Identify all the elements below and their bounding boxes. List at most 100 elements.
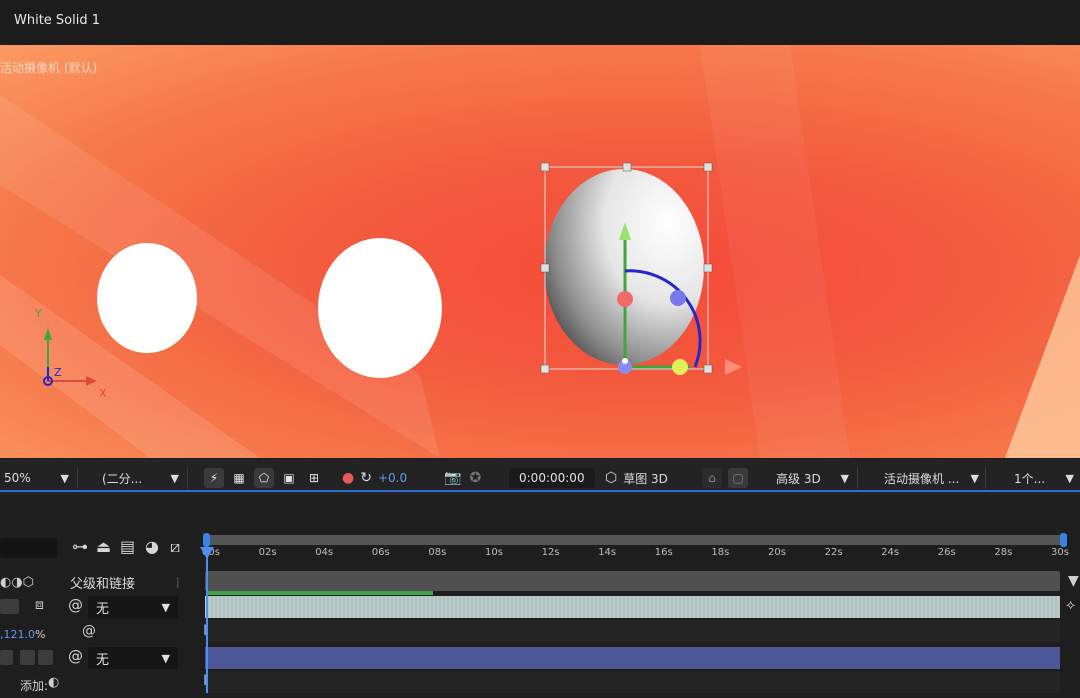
parent-dropdown[interactable]: 无 ▼ xyxy=(88,596,178,618)
zoom-value: 50% xyxy=(4,471,31,485)
render-cache-indicator xyxy=(208,591,433,595)
color-group: ● ↻ +0.0 xyxy=(342,467,407,489)
layer-switch[interactable] xyxy=(6,599,19,614)
solo-switch-icon[interactable]: ◐◑⬡ xyxy=(0,575,34,590)
frame-blending-icon[interactable]: ▤ xyxy=(120,537,135,556)
time-ruler-tick: 22s xyxy=(824,547,843,558)
layer-duration-bar[interactable] xyxy=(205,596,1060,618)
time-ruler-tick: 30s xyxy=(1051,547,1069,558)
chevron-down-icon: ▼ xyxy=(60,471,69,485)
light-streak xyxy=(700,45,850,458)
renderer-value: 高级 3D xyxy=(776,471,821,486)
extended-viewer-icon[interactable]: ▢ xyxy=(728,468,748,488)
add-property-button[interactable]: ◐ xyxy=(48,675,59,690)
exposure-value[interactable]: +0.0 xyxy=(378,471,407,485)
time-ruler-tick: 18s xyxy=(711,547,730,558)
motion-blur-icon[interactable]: ◕ xyxy=(145,537,159,556)
axis-y-label: Y xyxy=(34,307,42,320)
shy-layers-icon[interactable]: ⏏ xyxy=(96,537,111,556)
3d-view-group: ⌂ ▢ xyxy=(702,467,748,489)
playhead-handle[interactable] xyxy=(200,547,214,559)
show-snapshot-icon[interactable]: ✪ xyxy=(469,470,481,486)
time-ruler-tick: 02s xyxy=(258,547,277,558)
views-dropdown[interactable]: 1个... ▼ xyxy=(1006,467,1078,489)
time-ruler-tick: 06s xyxy=(371,547,390,558)
white-circle-layer[interactable] xyxy=(97,243,197,353)
scale-unit: % xyxy=(35,628,46,641)
view-options-group: ⚡ ▦ ⬠ ▣ ⊞ xyxy=(204,467,324,489)
time-ruler-tick: 26s xyxy=(937,547,956,558)
navigator-start-handle[interactable] xyxy=(203,533,210,547)
snapshot-group: 📷 ✪ xyxy=(444,467,481,489)
timeline-panel: ⊶ ⏏ ▤ ◕ ⧄ 00s 02s 04s 06s 08s 10s 12s 14s 16s 18s… xyxy=(0,495,1080,698)
active-camera-label: 活动摄像机 (默认) xyxy=(0,61,98,75)
white-circle-layer[interactable] xyxy=(318,238,442,378)
current-time-indicator[interactable] xyxy=(200,547,214,693)
renderer-dropdown[interactable]: 高级 3D ▼ xyxy=(768,467,858,489)
layer-duration-bar[interactable] xyxy=(205,647,1060,669)
scale-property-value[interactable]: ,121.0% xyxy=(0,628,45,641)
camera-dropdown[interactable]: 活动摄像机 ... ▼ xyxy=(876,467,986,489)
timeline-search-input[interactable] xyxy=(0,538,57,558)
axis-x-label: X xyxy=(99,387,107,400)
draft-3d-label: 草图 3D xyxy=(623,471,668,486)
time-ruler-tick: 12s xyxy=(541,547,560,558)
layer-end-handle[interactable]: ⟡ xyxy=(1066,597,1075,613)
property-track xyxy=(205,620,1060,642)
guides-icon[interactable]: ⊞ xyxy=(304,468,324,488)
time-ruler-tick: 16s xyxy=(654,547,673,558)
transparency-grid-icon[interactable]: ▦ xyxy=(229,468,249,488)
composition-viewer[interactable]: Y Z X 活动摄像机 (默认) xyxy=(0,45,1080,458)
chevron-down-icon: ▼ xyxy=(970,471,979,485)
graph-editor-icon[interactable]: ⧄ xyxy=(170,537,180,557)
camera-value: 活动摄像机 ... xyxy=(884,471,960,486)
views-value: 1个... xyxy=(1014,471,1046,486)
composition-mini-flowchart-icon[interactable]: ⊶ xyxy=(72,537,88,556)
scale-value[interactable]: 121.0 xyxy=(4,628,36,641)
time-ruler-tick: 08s xyxy=(428,547,447,558)
resolution-dropdown[interactable]: (二分... ▼ xyxy=(96,467,188,489)
time-navigator[interactable] xyxy=(203,533,1067,547)
chevron-down-icon: ▼ xyxy=(161,600,170,614)
axis-z-label: Z xyxy=(54,366,62,379)
time-ruler-tick: 28s xyxy=(994,547,1013,558)
viewer-canvas: Y Z X xyxy=(0,45,1080,458)
ground-plane-icon[interactable]: ⌂ xyxy=(702,468,722,488)
column-divider: | xyxy=(176,575,180,588)
parent-link-header: 父级和链接 xyxy=(70,577,136,592)
layer-switch[interactable] xyxy=(38,650,53,665)
light-streak xyxy=(1005,255,1080,458)
mask-path-icon[interactable]: ⬠ xyxy=(254,468,274,488)
parent-pickwhip-icon[interactable]: @ xyxy=(68,647,83,665)
draft-3d-toggle[interactable]: ⬡ 草图 3D xyxy=(605,467,668,489)
region-of-interest-icon[interactable]: ▣ xyxy=(279,468,299,488)
time-ruler-tick: 14s xyxy=(598,547,617,558)
layer-switch[interactable] xyxy=(20,650,35,665)
panel-focus-indicator xyxy=(0,490,1080,492)
draft-3d-icon: ⬡ xyxy=(605,470,618,486)
window-title-bar: White Solid 1 xyxy=(0,0,1080,45)
color-channels-icon[interactable]: ● xyxy=(342,470,354,486)
chevron-down-icon: ▼ xyxy=(161,651,170,665)
chevron-down-icon: ▼ xyxy=(1065,471,1074,485)
time-ruler-tick: 24s xyxy=(881,547,900,558)
comp-end-marker[interactable]: ▼ xyxy=(1068,573,1079,589)
property-track xyxy=(205,671,1060,693)
layer-switch[interactable] xyxy=(0,650,13,665)
chevron-down-icon: ▼ xyxy=(170,471,179,485)
parent-value: 无 xyxy=(96,601,110,617)
zoom-dropdown[interactable]: 50% ▼ xyxy=(0,467,78,489)
time-ruler-tick: 04s xyxy=(315,547,334,558)
parent-pickwhip-icon[interactable]: @ xyxy=(68,596,83,614)
fast-previews-icon[interactable]: ⚡ xyxy=(204,468,224,488)
time-ruler-tick: 20s xyxy=(768,547,786,558)
current-time-field[interactable]: 0:00:00:00 xyxy=(509,468,595,488)
parent-dropdown[interactable]: 无 ▼ xyxy=(88,647,178,669)
work-area-bar[interactable] xyxy=(205,571,1060,591)
3d-layer-icon[interactable]: ⧈ xyxy=(35,597,44,613)
navigator-end-handle[interactable] xyxy=(1060,533,1067,547)
reset-exposure-icon[interactable]: ↻ xyxy=(360,470,372,486)
parent-value: 无 xyxy=(96,652,110,668)
property-pickwhip-icon[interactable]: @ xyxy=(82,623,96,639)
snapshot-icon[interactable]: 📷 xyxy=(444,470,461,486)
